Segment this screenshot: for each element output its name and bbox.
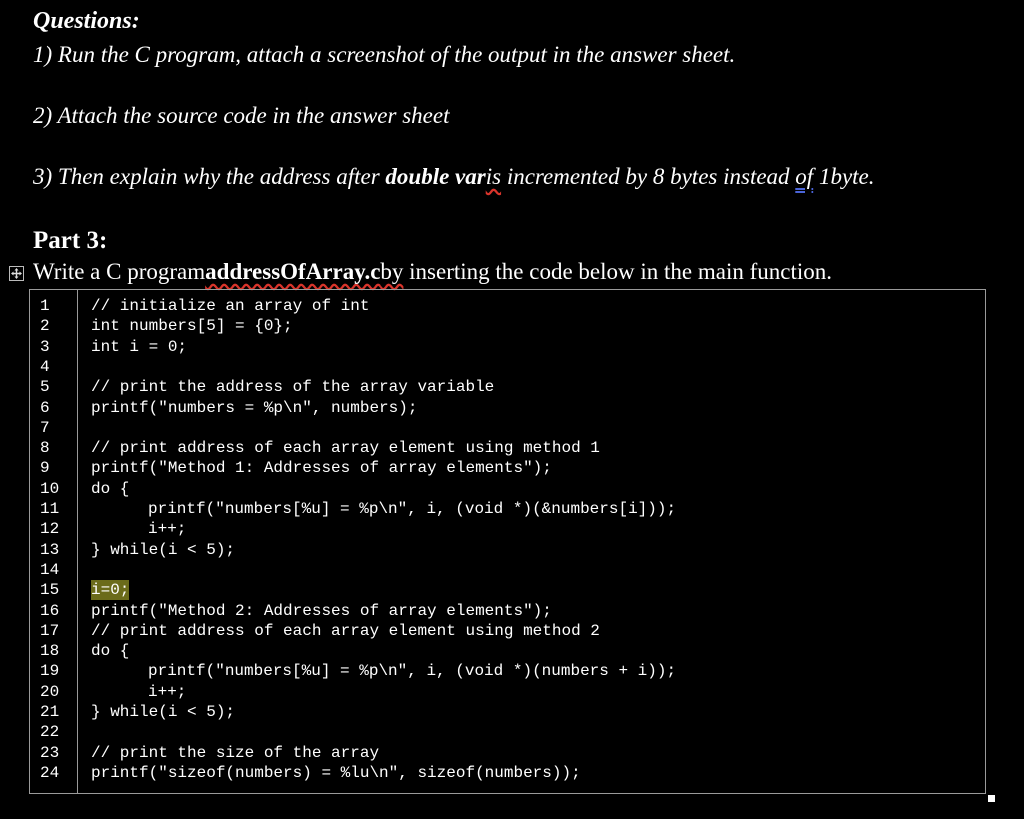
instruction-text: Write a C program — [33, 259, 206, 284]
code-line: 15 i=0; — [30, 580, 985, 601]
text-cursor — [988, 795, 995, 802]
code-text: // print the address of the array variab… — [91, 378, 495, 397]
code-line: 13 } while(i < 5); — [30, 540, 985, 560]
line-number: 16 — [40, 601, 60, 620]
line-number: 2 — [40, 317, 50, 336]
filename: addressOfArray.c — [205, 259, 381, 284]
instruction-rest: inserting the code below in the main fun… — [403, 259, 833, 284]
questions-heading: Questions: — [33, 8, 140, 34]
line-number: 6 — [40, 398, 50, 417]
code-text: printf("Method 1: Addresses of array ele… — [91, 459, 552, 478]
line-number: 7 — [40, 418, 50, 437]
code-line: 4 — [30, 357, 985, 377]
question-3-bold: double var — [385, 164, 486, 189]
line-number: 17 — [40, 621, 60, 640]
code-line: 19 printf("numbers[%u] = %p\n", i, (void … — [30, 661, 985, 681]
line-number: 13 — [40, 540, 60, 559]
line-number: 12 — [40, 520, 60, 539]
line-number: 15 — [40, 581, 60, 600]
code-text: i++; — [148, 520, 187, 539]
code-text: // print address of each array element u… — [91, 621, 600, 640]
code-text: printf("Method 2: Addresses of array ele… — [91, 601, 552, 620]
question-3-mid: incremented by 8 bytes instead — [501, 164, 796, 189]
code-line: 22 — [30, 722, 985, 742]
line-number: 14 — [40, 560, 60, 579]
instruction-by: by — [380, 259, 404, 284]
code-line: 24 printf("sizeof(numbers) = %lu\n", size… — [30, 763, 985, 783]
question-3-end: 1byte. — [813, 164, 875, 189]
code-line: 3 int i = 0; — [30, 337, 985, 357]
code-text: printf("numbers = %p\n", numbers); — [91, 398, 418, 417]
code-line: 10 do { — [30, 479, 985, 499]
move-arrows-icon — [11, 268, 22, 279]
code-line: 16 printf("Method 2: Addresses of array e… — [30, 601, 985, 621]
code-line: 23 // print the size of the array — [30, 743, 985, 763]
question-2: 2) Attach the source code in the answer … — [33, 103, 450, 128]
question-3: 3) Then explain why the address after do… — [33, 164, 875, 190]
line-number: 1 — [40, 297, 50, 315]
question-3-is: is — [485, 164, 502, 189]
part-heading: Part 3: — [33, 227, 108, 254]
code-line: 11 printf("numbers[%u] = %p\n", i, (void … — [30, 499, 985, 519]
code-line: 14 — [30, 560, 985, 580]
line-number: 20 — [40, 682, 60, 701]
line-number: 22 — [40, 723, 60, 742]
code-text: do { — [91, 479, 130, 498]
code-text: printf("numbers[%u] = %p\n", i, (void *)… — [148, 662, 677, 681]
line-number: 3 — [40, 337, 50, 356]
code-line: 18 do { — [30, 641, 985, 661]
code-text: do { — [91, 642, 130, 661]
line-number: 11 — [40, 500, 60, 518]
line-number: 10 — [40, 479, 60, 498]
code-text: int i = 0; — [91, 337, 188, 356]
code-text: printf("numbers[%u] = %p\n", i, (void *)… — [148, 500, 677, 518]
question-3-text: 3) Then explain why the address after — [33, 164, 386, 189]
code-line: 6 printf("numbers = %p\n", numbers); — [30, 398, 985, 418]
code-line: 1 // initialize an array of int — [30, 296, 985, 316]
line-number: 8 — [40, 439, 50, 458]
line-number: 23 — [40, 743, 60, 762]
line-number: 5 — [40, 378, 50, 397]
code-text: } while(i < 5); — [91, 540, 236, 559]
line-number: 19 — [40, 662, 60, 681]
code-line: 7 — [30, 418, 985, 438]
code-text: // print address of each array element u… — [91, 439, 600, 458]
code-text: int numbers[5] = {0}; — [91, 317, 293, 336]
code-line: 12 i++; — [30, 519, 985, 539]
code-line: 2 int numbers[5] = {0}; — [30, 316, 985, 336]
table-move-handle-icon[interactable] — [9, 266, 24, 281]
code-line: 20 i++; — [30, 682, 985, 702]
code-text: i=0; — [91, 580, 130, 601]
code-block[interactable]: 1 // initialize an array of int 2 int numbe… — [29, 289, 986, 794]
code-line: 17 // print address of each array element… — [30, 621, 985, 641]
instruction-line: Write a C programaddressOfArray.cby inse… — [33, 259, 832, 285]
line-number: 9 — [40, 459, 50, 478]
code-text: } while(i < 5); — [91, 703, 236, 721]
line-number: 21 — [40, 703, 60, 721]
line-number: 4 — [40, 357, 50, 376]
code-text: printf("sizeof(numbers) = %lu\n", sizeof… — [91, 763, 581, 782]
code-line: 21 } while(i < 5); — [30, 702, 985, 722]
line-number: 18 — [40, 642, 60, 661]
question-1: 1) Run the C program, attach a screensho… — [33, 42, 736, 67]
code-line: 8 // print address of each array element … — [30, 438, 985, 458]
question-3-of: of — [795, 164, 814, 189]
code-text: i++; — [148, 682, 187, 701]
code-text: // print the size of the array — [91, 743, 380, 762]
code-text: // initialize an array of int — [91, 297, 370, 315]
code-line: 5 // print the address of the array varia… — [30, 377, 985, 397]
line-number: 24 — [40, 763, 60, 782]
code-line: 9 printf("Method 1: Addresses of array el… — [30, 458, 985, 478]
